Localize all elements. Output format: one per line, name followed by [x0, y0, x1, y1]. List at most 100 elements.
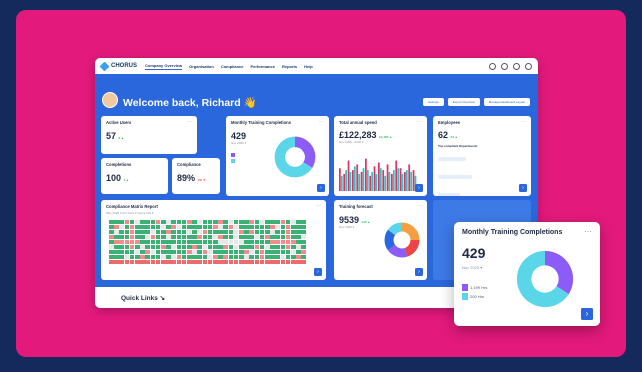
spend-bar [358, 173, 361, 191]
manage-layout-button[interactable]: Manage Dashboard Layout [483, 98, 530, 106]
forecast-value: 9539 [339, 215, 360, 225]
help-icon[interactable] [501, 62, 508, 70]
matrix-cell [296, 225, 301, 229]
quick-links-heading[interactable]: Quick Links ↘ [121, 294, 165, 302]
employees-card[interactable]: Employees ⋯ 62 34 ▲ Top compliant Depart… [433, 116, 531, 196]
matrix-cell [155, 230, 161, 234]
matrix-cell [265, 220, 270, 224]
more-dots-icon[interactable]: ⋯ [319, 119, 324, 125]
app-logo[interactable]: CHORUS [99, 61, 137, 71]
avatar[interactable] [102, 92, 118, 108]
matrix-cell [280, 225, 286, 229]
annual-spend-card[interactable]: Total annual spend ⋯ £122,283 £4,465 ▲ N… [334, 116, 427, 196]
matrix-cell [213, 260, 218, 264]
matrix-cell [228, 260, 234, 264]
matrix-cell [150, 255, 156, 259]
matrix-cell [254, 235, 260, 239]
spend-bar [360, 172, 363, 191]
spend-bar [395, 160, 398, 191]
training-completions-card[interactable]: Monthly Training Completions ⋯ 429 Nov 2… [226, 116, 329, 196]
matrix-cell [124, 230, 130, 234]
matrix-cell [124, 255, 130, 259]
matrix-cell [280, 240, 286, 244]
matrix-cell [270, 240, 275, 244]
matrix-cell [244, 240, 249, 244]
period-select[interactable]: Nov 2025 - 2026 ▾ [339, 140, 422, 144]
nav-help[interactable]: Help [304, 64, 313, 69]
nav-company-overview[interactable]: Company Overview [145, 63, 183, 70]
settings-button[interactable]: Settings [422, 98, 444, 106]
matrix-cell [145, 235, 150, 239]
matrix-cell [223, 225, 228, 229]
legend-swatch [462, 284, 468, 291]
mail-icon[interactable] [513, 62, 520, 70]
matrix-cell [197, 230, 202, 234]
matrix-cell [213, 245, 218, 249]
matrix-cell [171, 245, 176, 249]
nav-organisation[interactable]: Organisation [189, 64, 214, 69]
active-users-card[interactable]: Active Users ⋯ 57 6 ▲ [101, 116, 197, 154]
matrix-cell [296, 255, 301, 259]
matrix-cell [280, 230, 286, 234]
nav-reports[interactable]: Reports [282, 64, 297, 69]
more-dots-icon[interactable]: ⋯ [417, 203, 422, 209]
spend-bar [345, 170, 348, 191]
matrix-cell [176, 260, 182, 264]
matrix-cell [270, 235, 275, 239]
department-pill [438, 175, 472, 179]
completions-card[interactable]: Completions 100 1 ▲ [101, 158, 168, 194]
nav-performance[interactable]: Performance [250, 64, 274, 69]
matrix-cell [239, 230, 244, 234]
matrix-cell [249, 235, 254, 239]
arrow-right-icon[interactable]: › [415, 184, 423, 192]
more-dots-icon[interactable]: ⋯ [316, 203, 321, 209]
more-dots-icon[interactable]: ⋯ [521, 119, 526, 125]
matrix-cell [135, 260, 140, 264]
matrix-cell [259, 225, 265, 229]
training-forecast-card[interactable]: Training forecast ⋯ 9539 135 ▲ Nov 2025 … [334, 200, 427, 280]
moon-icon[interactable] [489, 62, 496, 70]
matrix-cell [239, 250, 244, 254]
matrix-cell [285, 255, 291, 259]
matrix-cell [228, 240, 234, 244]
matrix-cell [301, 235, 306, 239]
more-dots-icon[interactable]: ⋯ [584, 227, 592, 236]
matrix-cell [249, 225, 254, 229]
matrix-cell [114, 250, 119, 254]
nav-compliance[interactable]: Compliance [221, 64, 244, 69]
forecast-slice [404, 239, 420, 257]
arrow-right-icon[interactable]: › [519, 184, 527, 192]
more-dots-icon[interactable]: ⋯ [187, 119, 192, 125]
matrix-cell [259, 245, 265, 249]
arrow-right-icon[interactable]: › [415, 268, 423, 276]
forecast-slice [387, 222, 403, 236]
matrix-cell [171, 225, 176, 229]
arrow-right-icon[interactable]: › [317, 184, 325, 192]
training-completions-popup[interactable]: Monthly Training Completions ⋯ 429 Nov 2… [454, 222, 600, 326]
matrix-cell [192, 250, 197, 254]
matrix-filters[interactable]: May 2025 ▾ All Users ▾ Users 104 ▾ [106, 211, 321, 215]
matrix-cell [181, 255, 187, 259]
more-dots-icon[interactable]: ⋯ [417, 119, 422, 125]
matrix-cell [119, 250, 124, 254]
arrow-right-icon[interactable]: › [314, 268, 322, 276]
matrix-cell [265, 225, 270, 229]
matrix-cell [129, 235, 135, 239]
matrix-cell [218, 245, 223, 249]
matrix-cell [187, 245, 192, 249]
card-title: Compliance Matrix Report [106, 204, 158, 209]
matrix-cell [218, 240, 223, 244]
compliance-card[interactable]: Compliance 89% 4% ▼ [172, 158, 220, 194]
spend-bar [353, 166, 356, 191]
matrix-cell [301, 260, 306, 264]
matrix-cell [181, 230, 187, 234]
compliance-matrix-card[interactable]: Compliance Matrix Report ⋯ May 2025 ▾ Al… [101, 200, 326, 280]
matrix-cell [181, 250, 187, 254]
spend-bar [382, 170, 385, 191]
matrix-cell [213, 250, 218, 254]
settings-icon[interactable] [525, 62, 532, 70]
matrix-cell [187, 255, 192, 259]
matrix-cell [285, 245, 291, 249]
export-overview-button[interactable]: Export Overview [447, 98, 480, 106]
arrow-right-icon[interactable]: › [581, 308, 593, 320]
